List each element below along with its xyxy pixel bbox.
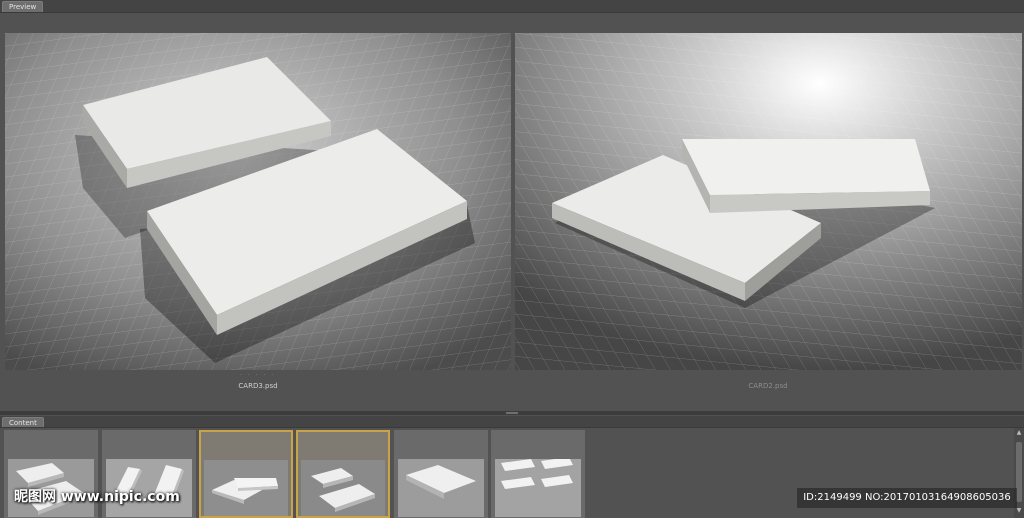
- thumbnail-image: [398, 459, 484, 517]
- preview-image-card2[interactable]: [515, 33, 1022, 370]
- preview-caption-active: CARD3.psd: [238, 382, 278, 390]
- thumbnail-item[interactable]: [491, 430, 585, 518]
- preview-caption-inactive: CARD2.psd: [748, 382, 788, 390]
- preview-header-divider: [0, 12, 1024, 13]
- id-watermark: ID:2149499 NO:20170103164908605036: [797, 488, 1017, 508]
- panel-splitter[interactable]: [0, 411, 1024, 415]
- thumbnail-image: [204, 460, 288, 516]
- thumbnail-item-selected[interactable]: [296, 430, 390, 518]
- thumbnail-image: [301, 460, 385, 516]
- tab-preview[interactable]: Preview: [2, 1, 44, 12]
- preview-page-indicator[interactable]: · · · · ·: [240, 372, 275, 379]
- splitter-grip-icon[interactable]: [506, 412, 518, 414]
- preview-panel-header: [0, 0, 1024, 12]
- thumbnail-item[interactable]: [394, 430, 488, 518]
- scroll-down-icon[interactable]: ▼: [1016, 508, 1022, 514]
- scroll-up-icon[interactable]: ▲: [1016, 430, 1022, 436]
- thumbnail-item-selected[interactable]: [199, 430, 293, 518]
- content-panel-header: [0, 416, 1024, 427]
- preview-image-card3[interactable]: [5, 33, 511, 370]
- thumbnail-image: [495, 459, 581, 517]
- site-watermark: 昵图网 www.nipic.com: [14, 489, 180, 505]
- card2-mockup-image: [515, 33, 1022, 370]
- card3-mockup-image: [5, 33, 511, 370]
- content-header-divider: [0, 427, 1024, 428]
